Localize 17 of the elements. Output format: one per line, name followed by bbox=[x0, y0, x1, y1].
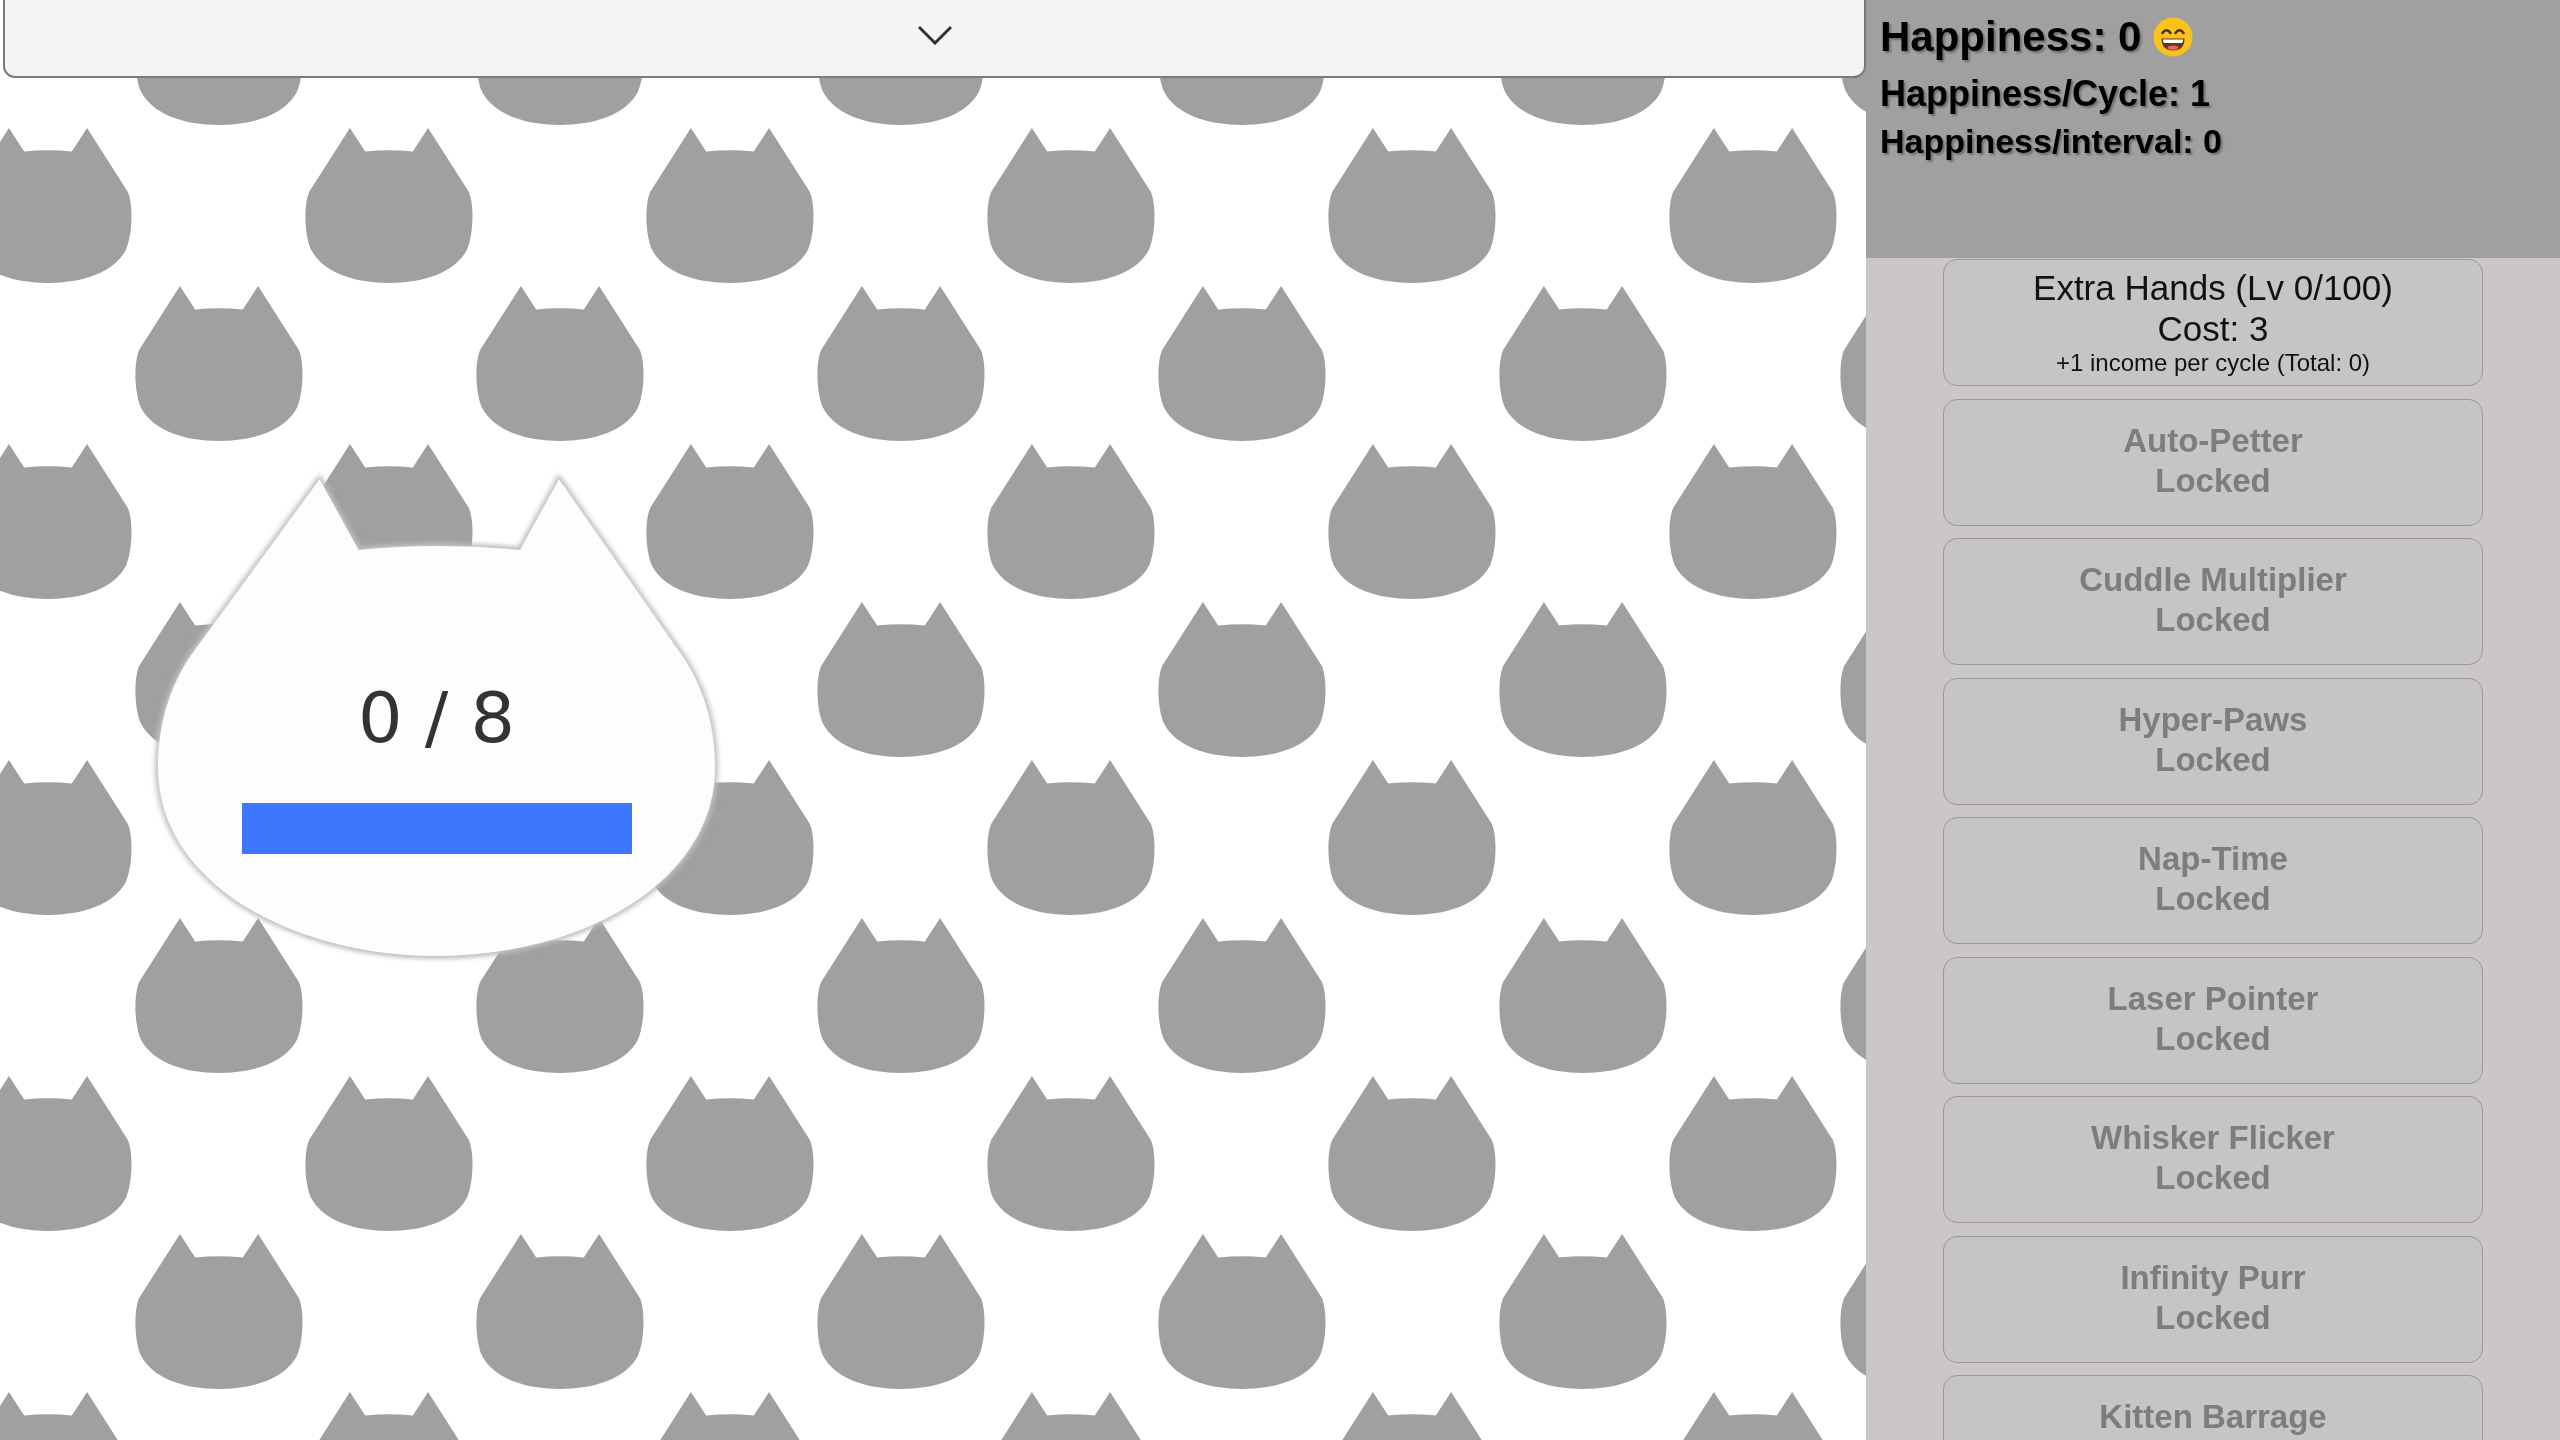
cat-head[interactable] bbox=[158, 474, 715, 956]
pet-counter: 0 / 8 bbox=[357, 676, 516, 761]
grinning-face-icon bbox=[2153, 17, 2194, 57]
chevron-down-icon bbox=[916, 25, 953, 45]
happiness-per-interval: Happiness/interval: 0 bbox=[1880, 121, 2222, 162]
happiness-total: Happiness: 0 bbox=[1880, 12, 2142, 62]
upgrade-button[interactable]: Kitten Barrage bbox=[1943, 1375, 2483, 1440]
upgrade-button[interactable]: Nap-Time Locked bbox=[1943, 817, 2483, 944]
happiness-per-cycle: Happiness/Cycle: 1 bbox=[1880, 72, 2211, 115]
upgrade-button[interactable]: Cuddle Multiplier Locked bbox=[1943, 538, 2483, 665]
upgrade-button[interactable]: Hyper-Paws Locked bbox=[1943, 677, 2483, 805]
upgrade-button[interactable]: Whisker Flicker Locked bbox=[1943, 1096, 2483, 1223]
upgrade-button[interactable]: Extra Hands (Lv 0/100) Cost: 3 +1 income per cycle (Total: 0) bbox=[1943, 259, 2483, 386]
panel-toggle-button[interactable] bbox=[3, 0, 1866, 78]
upgrade-button[interactable]: Laser Pointer Locked bbox=[1943, 956, 2483, 1084]
upgrade-button[interactable]: Infinity Purr Locked bbox=[1943, 1235, 2483, 1363]
upgrade-button[interactable]: Auto-Petter Locked bbox=[1943, 398, 2483, 526]
